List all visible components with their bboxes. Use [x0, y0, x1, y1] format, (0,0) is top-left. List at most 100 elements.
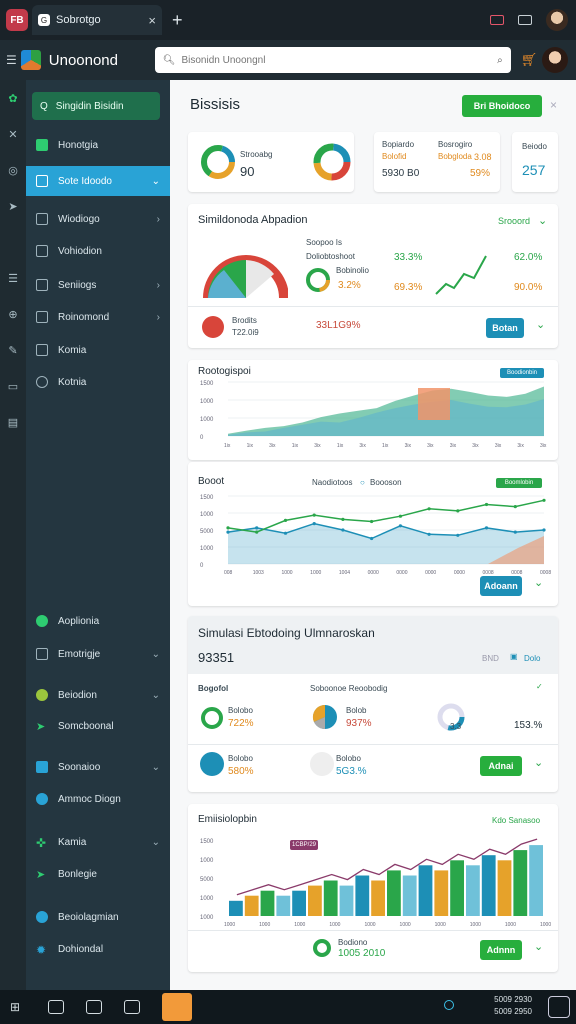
card-title: Simildonoda Abpadion — [198, 214, 308, 226]
notification-icon[interactable] — [548, 996, 570, 1018]
bar — [450, 860, 464, 916]
x-tick-label: 1000 — [505, 922, 516, 928]
x-tick-label: 1ix — [247, 443, 254, 449]
settings-gear-icon[interactable]: ✿ — [0, 80, 26, 116]
action-button[interactable]: Adnnn — [480, 940, 522, 960]
action-button-label: Adnnn — [486, 945, 516, 955]
chevron-down-icon[interactable]: ⌄ — [534, 756, 543, 769]
tab-close-icon[interactable]: × — [148, 13, 156, 28]
sidebar-item[interactable]: Emotrigje ⌄ — [26, 639, 170, 669]
card-link[interactable]: Srooord — [498, 216, 530, 226]
window-controls — [490, 9, 576, 31]
data-point — [513, 505, 517, 509]
folder-icon[interactable]: ▭ — [0, 368, 26, 404]
mini-ring-icon — [306, 268, 330, 292]
x-tick-label: 1000 — [310, 570, 321, 576]
chevron-down-icon[interactable]: ⌄ — [534, 576, 543, 589]
y-tick-label: 1500 — [200, 381, 214, 387]
pen-icon[interactable]: ✎ — [0, 332, 26, 368]
taskbar-app-icon[interactable] — [48, 1000, 64, 1014]
target-icon[interactable]: ◎ — [0, 152, 26, 188]
y-tick-label: 1000 — [200, 858, 214, 864]
sidebar-cta-button[interactable]: Q Singidin Bisidin — [32, 92, 160, 120]
action-button[interactable]: Adnai — [480, 756, 522, 776]
kpi-card-2: Bopiardo Bosrogiro Bolofid Bobgloda 5930… — [374, 132, 500, 192]
menu-icon[interactable]: ☰ — [6, 53, 17, 67]
grid-dots-icon — [310, 752, 334, 776]
sidebar-item[interactable]: Ammoc Diogn — [26, 784, 170, 814]
minimize-icon[interactable] — [490, 15, 504, 25]
chevron-down-icon[interactable]: ⌄ — [534, 940, 543, 953]
sidebar-item[interactable]: Komia — [26, 335, 170, 365]
system-tray-clock: 5009 2930 5009 2950 — [494, 994, 532, 1018]
x-tick-label: 1003 — [253, 570, 264, 576]
action-button[interactable]: Adoann — [480, 576, 522, 596]
send-icon: ➤ — [36, 721, 46, 733]
sidebar-item-label: Vohiodion — [58, 245, 102, 257]
app-icon[interactable]: FB — [6, 9, 28, 31]
primary-action-button[interactable]: Bri Bhoidoco — [462, 95, 542, 117]
new-tab-icon[interactable]: + — [172, 10, 183, 31]
tools-icon[interactable]: ✕ — [0, 116, 26, 152]
taskbar-active-app-icon[interactable] — [162, 993, 192, 1021]
kpi-donut-chart — [201, 145, 235, 179]
sidebar-item-label: Beoiolagmian — [58, 911, 119, 923]
network-icon[interactable] — [444, 1000, 454, 1010]
bar — [371, 880, 385, 916]
start-icon[interactable]: ⊞ — [10, 1000, 26, 1014]
sidebar-item-active[interactable]: Sote Idoodo ⌄ — [26, 166, 170, 196]
search-input[interactable] — [181, 54, 492, 66]
chevron-down-icon[interactable]: ⌄ — [536, 318, 545, 331]
browser-tabbar: FB G Sobrotgo × + — [0, 0, 576, 40]
taskbar-app-icon[interactable] — [124, 1000, 140, 1014]
sidebar-item[interactable]: Honotgia — [26, 130, 170, 160]
taskbar-app-icon[interactable] — [86, 1000, 102, 1014]
sidebar-item[interactable]: ✜ Kamia ⌄ — [26, 827, 170, 857]
sidebar-item[interactable]: Soonaioo ⌄ — [26, 752, 170, 782]
chevron-right-icon: › — [156, 279, 160, 291]
close-icon[interactable]: × — [550, 98, 557, 112]
pie-icon — [312, 704, 337, 730]
restore-icon[interactable] — [518, 15, 532, 25]
sidebar-item[interactable]: Vohiodion — [26, 236, 170, 266]
sidebar-item[interactable]: Wiodiogo › — [26, 204, 170, 234]
sidebar-item[interactable]: ➤ Somcboonal — [26, 711, 170, 741]
sidebar-item[interactable]: Roinomond › — [26, 302, 170, 332]
chart-badge: Kdo Sanasoo — [492, 816, 541, 825]
sidebar-item-label: Roinomond — [58, 311, 110, 323]
cart-icon[interactable]: 🛒︎ — [521, 52, 539, 68]
data-point — [398, 524, 402, 528]
list-icon[interactable]: ☰ — [0, 260, 26, 296]
doc-icon[interactable]: ▤ — [0, 404, 26, 440]
card-title: Simulasi Ebtodoing Ulmnaroskan — [198, 626, 375, 640]
x-tick-label: 3ix — [405, 443, 412, 449]
brand-logo-icon — [20, 50, 41, 70]
search-glass-icon: 🔍︎ — [162, 54, 176, 66]
bar — [229, 900, 243, 916]
chevron-down-icon[interactable]: ⌄ — [538, 214, 547, 227]
sidebar-item[interactable]: Kotnia — [26, 367, 170, 397]
x-tick-label: 1000 — [540, 922, 551, 928]
sidebar-item[interactable]: Aoplionia — [26, 606, 170, 636]
chevron-down-icon: ⌄ — [151, 689, 160, 701]
user-avatar[interactable] — [542, 47, 568, 73]
sidebar-item[interactable]: Seniiogs › — [26, 270, 170, 300]
sidebar-item[interactable]: ➤ Bonlegie — [26, 859, 170, 889]
clock-time: 5009 2930 — [494, 995, 532, 1004]
send-icon[interactable]: ➤ — [0, 188, 26, 224]
grid-icon — [36, 175, 48, 187]
page-icon — [36, 344, 48, 356]
chevron-right-icon: › — [156, 213, 160, 225]
search-icon[interactable]: ⌕ — [497, 55, 503, 66]
search-rail-icon[interactable]: ⊕ — [0, 296, 26, 332]
profile-avatar[interactable] — [546, 9, 568, 31]
x-tick-label: 0000 — [396, 570, 407, 576]
sidebar-item[interactable]: Beiodion ⌄ — [26, 680, 170, 710]
tab-active[interactable]: G Sobrotgo × — [32, 5, 162, 35]
search-bar[interactable]: 🔍︎ ⌕ — [154, 47, 511, 73]
action-button[interactable]: Botan — [486, 318, 524, 338]
data-point — [484, 526, 489, 530]
x-tick-label: 1000 — [435, 922, 446, 928]
sidebar-item[interactable]: ✹ Dohiondal — [26, 934, 170, 964]
sidebar-item[interactable]: Beoiolagmian — [26, 902, 170, 932]
